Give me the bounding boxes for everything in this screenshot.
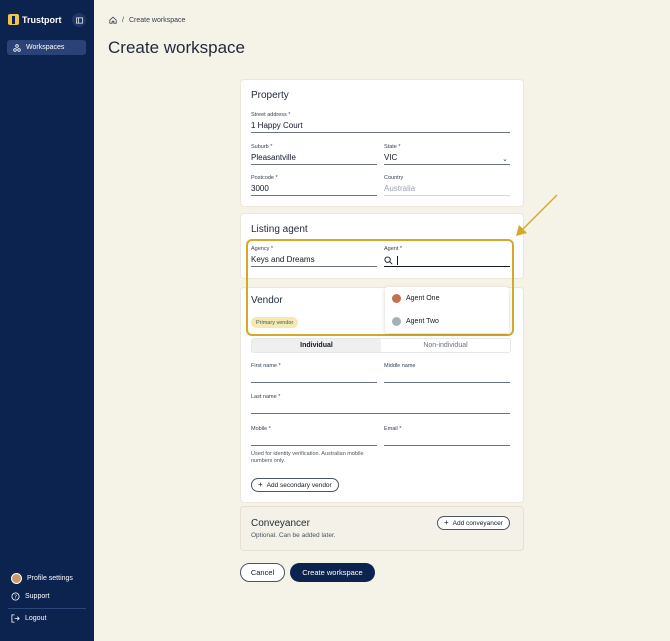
sidebar-toggle-icon: [75, 17, 83, 23]
postcode-label: Postcode *: [251, 175, 278, 181]
profile-settings-link[interactable]: Profile settings: [0, 573, 94, 584]
tab-individual[interactable]: Individual: [252, 339, 381, 352]
sidebar-divider: [8, 608, 86, 609]
plus-icon: +: [258, 480, 263, 489]
add-secondary-vendor-label: Add secondary vendor: [266, 481, 332, 489]
avatar: [392, 317, 401, 326]
vendor-type-toggle[interactable]: Individual Non-individual: [251, 338, 511, 353]
mobile-label: Mobile *: [251, 426, 271, 432]
home-icon[interactable]: [109, 16, 117, 24]
avatar: [392, 294, 401, 303]
svg-text:?: ?: [14, 595, 17, 601]
add-conveyancer-label: Add conveyancer: [452, 519, 503, 527]
suburb-input[interactable]: Pleasantville: [251, 152, 377, 165]
first-name-field[interactable]: First name *: [251, 363, 377, 383]
workspaces-icon: [13, 43, 21, 52]
last-name-label: Last name *: [251, 394, 281, 400]
listing-agent-title: Listing agent: [251, 224, 308, 235]
cancel-button[interactable]: Cancel: [240, 563, 285, 582]
suburb-field[interactable]: Suburb * Pleasantville: [251, 144, 377, 165]
state-label: State *: [384, 144, 401, 150]
mobile-input[interactable]: [251, 435, 377, 446]
email-field[interactable]: Email *: [384, 426, 510, 446]
conveyancer-subtitle: Optional. Can be added later.: [251, 532, 336, 539]
state-input[interactable]: VIC ⌄: [384, 152, 510, 165]
help-icon: ?: [11, 592, 20, 601]
create-workspace-button[interactable]: Create workspace: [290, 563, 375, 582]
last-name-field[interactable]: Last name *: [251, 394, 510, 414]
breadcrumb-current: Create workspace: [128, 16, 186, 24]
plus-icon: +: [444, 518, 449, 527]
page-title: Create workspace: [108, 38, 246, 57]
street-address-input[interactable]: 1 Happy Court: [251, 120, 510, 133]
mobile-field[interactable]: Mobile *: [251, 426, 377, 446]
collapse-sidebar-button[interactable]: [72, 13, 86, 27]
logo-text: Trustport: [22, 14, 62, 25]
country-input: Australia: [384, 183, 510, 196]
logout-label: Logout: [25, 615, 47, 622]
logo[interactable]: Trustport: [8, 14, 62, 25]
logo-mark-icon: [8, 14, 19, 25]
middle-name-field[interactable]: Middle name: [384, 363, 510, 383]
street-address-field[interactable]: Street address * 1 Happy Court: [251, 112, 510, 133]
email-label: Email *: [384, 426, 402, 432]
add-conveyancer-button[interactable]: + Add conveyancer: [437, 516, 510, 530]
country-field: Country Australia: [384, 175, 510, 196]
agent-option[interactable]: Agent Two: [392, 317, 439, 326]
support-link[interactable]: ? Support: [0, 592, 94, 601]
agent-option[interactable]: Agent One: [392, 294, 439, 303]
agent-option-label: Agent One: [406, 295, 440, 302]
street-address-label: Street address *: [251, 112, 291, 118]
first-name-label: First name *: [251, 363, 281, 369]
postcode-input[interactable]: 3000: [251, 183, 377, 196]
sidebar-item-workspaces[interactable]: Workspaces: [7, 40, 86, 55]
email-input[interactable]: [384, 435, 510, 446]
tab-non-individual[interactable]: Non-individual: [381, 339, 510, 352]
sidebar-item-label: Workspaces: [26, 44, 65, 51]
conveyancer-title: Conveyancer: [251, 518, 310, 529]
sidebar: Trustport Workspaces Profile settings ? …: [0, 0, 94, 641]
annotation-arrow-icon: [516, 194, 558, 236]
postcode-field[interactable]: Postcode * 3000: [251, 175, 377, 196]
property-title: Property: [251, 90, 289, 101]
middle-name-label: Middle name: [384, 363, 416, 369]
support-label: Support: [25, 593, 50, 600]
first-name-input[interactable]: [251, 372, 377, 383]
state-select[interactable]: State * VIC ⌄: [384, 144, 510, 165]
profile-settings-label: Profile settings: [27, 575, 73, 582]
breadcrumb-separator: /: [122, 16, 124, 24]
last-name-input[interactable]: [251, 403, 510, 414]
avatar: [11, 573, 22, 584]
state-value: VIC: [384, 153, 398, 162]
agent-dropdown: Agent One Agent Two: [385, 287, 509, 333]
middle-name-input[interactable]: [384, 372, 510, 383]
breadcrumb: / Create workspace: [109, 16, 185, 24]
suburb-label: Suburb *: [251, 144, 273, 150]
add-secondary-vendor-button[interactable]: + Add secondary vendor: [251, 478, 339, 492]
agent-option-label: Agent Two: [406, 318, 439, 325]
chevron-down-icon: ⌄: [502, 156, 508, 163]
logout-icon: [11, 614, 20, 623]
country-label: Country: [384, 175, 404, 181]
logout-link[interactable]: Logout: [0, 614, 94, 623]
mobile-helper-text: Used for identity verification. Australi…: [251, 451, 364, 464]
